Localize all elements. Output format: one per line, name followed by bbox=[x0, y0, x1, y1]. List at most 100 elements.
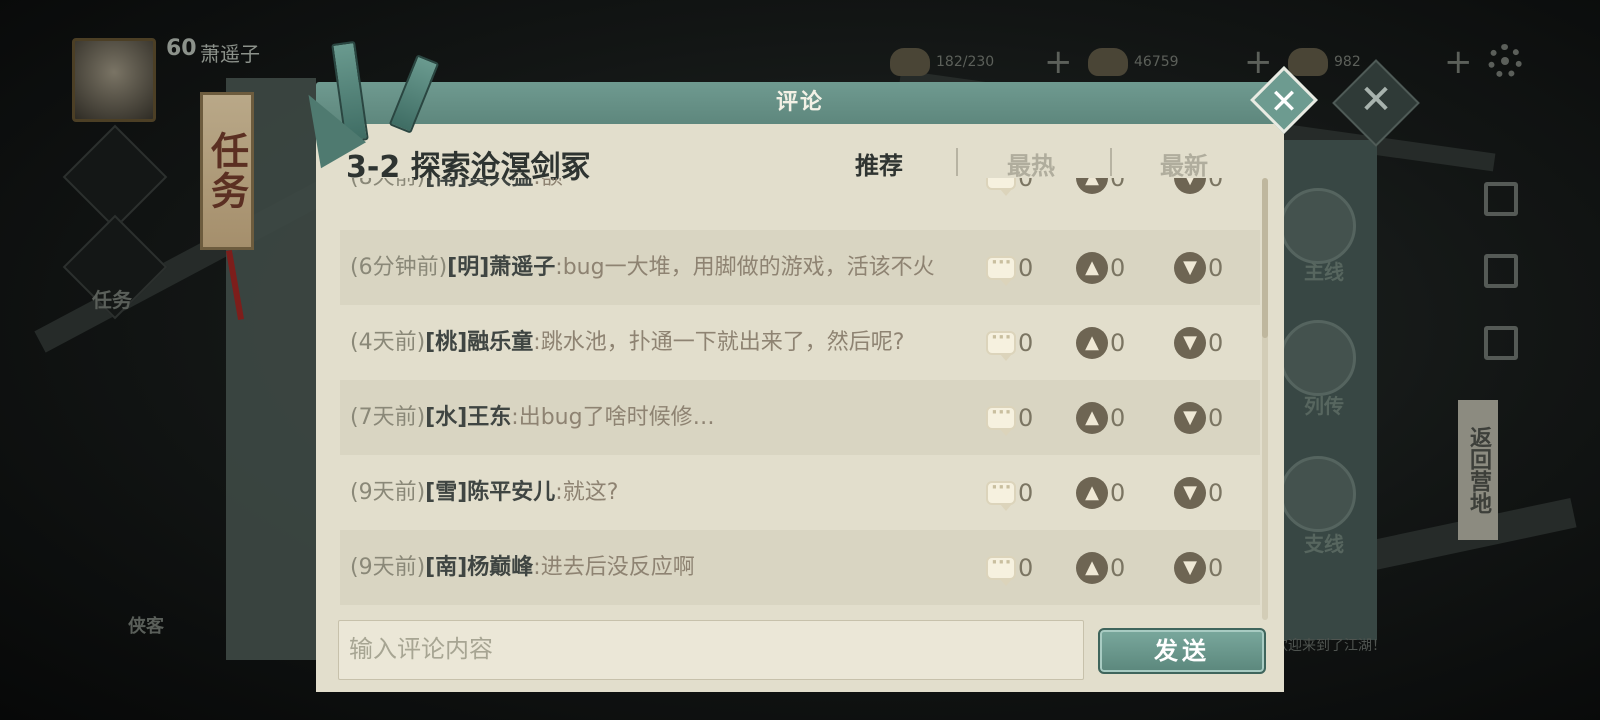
comment-text: :bug一大堆，用脚做的游戏，活该不火 bbox=[555, 255, 935, 280]
reply-count: 0 bbox=[1018, 553, 1034, 582]
thumbs-up-icon: ▲ bbox=[1076, 401, 1108, 434]
comment-icon bbox=[986, 252, 1016, 286]
like-count: 0 bbox=[1110, 553, 1126, 582]
dislike-button[interactable]: ▼0 bbox=[1174, 178, 1223, 215]
close-icon[interactable]: ✕ bbox=[1258, 76, 1310, 128]
chat-preview[interactable]: ，欢迎来到了江湖！ bbox=[1260, 628, 1540, 664]
comment-time: (9天前) bbox=[350, 480, 426, 505]
biography-button[interactable] bbox=[1280, 320, 1356, 396]
like-count: 0 bbox=[1110, 253, 1126, 282]
thumbs-up-icon: ▲ bbox=[1076, 178, 1108, 194]
checklist-icon[interactable] bbox=[1484, 326, 1518, 360]
comment-content: (4天前)[桃]融乐童:跳水池，扑通一下就出来了，然后呢? bbox=[350, 305, 904, 380]
side-quest-button[interactable] bbox=[1280, 456, 1356, 532]
quest-nav-label: 任务 bbox=[92, 288, 132, 312]
comment-row: (8天前)[南]寅大猛:额 0 ▲0 ▼0 bbox=[340, 178, 1260, 215]
comment-time: (6分钟前) bbox=[350, 255, 448, 280]
copper-coin-icon bbox=[1088, 48, 1128, 76]
reply-stat[interactable]: 0 bbox=[986, 230, 1033, 305]
comment-content: (7天前)[水]王东:出bug了啥时候修… bbox=[350, 380, 715, 455]
dislike-count: 0 bbox=[1208, 328, 1224, 357]
like-count: 0 bbox=[1110, 478, 1126, 507]
dislike-button[interactable]: ▼0 bbox=[1174, 455, 1223, 530]
comment-user[interactable]: [南]寅大猛 bbox=[425, 178, 533, 190]
comment-text: :进去后没反应啊 bbox=[533, 555, 695, 580]
comment-user[interactable]: [水]王东 bbox=[425, 405, 511, 430]
like-button[interactable]: ▲0 bbox=[1076, 230, 1125, 305]
thumbs-down-icon: ▼ bbox=[1174, 178, 1206, 194]
resource-gold-value: 982 bbox=[1334, 54, 1361, 70]
return-camp-button[interactable]: 返回营地 bbox=[1458, 400, 1498, 540]
reply-stat[interactable]: 0 bbox=[986, 530, 1033, 605]
comment-time: (8天前) bbox=[350, 178, 425, 190]
thumbs-up-icon: ▲ bbox=[1076, 251, 1108, 284]
tab-newest[interactable]: 最新 bbox=[1160, 146, 1208, 181]
player-level: 60 bbox=[166, 36, 197, 61]
dislike-count: 0 bbox=[1208, 403, 1224, 432]
comment-icon bbox=[986, 327, 1016, 361]
comment-row: (7天前)[水]王东:出bug了啥时候修… 0 ▲0 ▼0 bbox=[340, 380, 1260, 455]
dislike-button[interactable]: ▼0 bbox=[1174, 230, 1223, 305]
comment-row: (4天前)[桃]融乐童:跳水池，扑通一下就出来了，然后呢? 0 ▲0 ▼0 bbox=[340, 305, 1260, 380]
comment-user[interactable]: [桃]融乐童 bbox=[425, 330, 533, 355]
comment-text: :跳水池，扑通一下就出来了，然后呢? bbox=[533, 330, 905, 355]
comment-text: :额 bbox=[533, 178, 562, 190]
reply-stat[interactable]: 0 bbox=[986, 455, 1033, 530]
dislike-count: 0 bbox=[1208, 553, 1224, 582]
biography-label: 列传 bbox=[1304, 394, 1344, 418]
resource-copper: 46759 bbox=[1088, 44, 1179, 80]
dislike-count: 0 bbox=[1208, 253, 1224, 282]
reply-count: 0 bbox=[1018, 328, 1034, 357]
reply-stat[interactable]: 0 bbox=[986, 178, 1033, 215]
thumbs-down-icon: ▼ bbox=[1174, 476, 1206, 509]
comment-icon bbox=[986, 402, 1016, 436]
like-count: 0 bbox=[1110, 328, 1126, 357]
thumbs-down-icon: ▼ bbox=[1174, 251, 1206, 284]
like-button[interactable]: ▲0 bbox=[1076, 305, 1125, 380]
scrollbar-thumb[interactable] bbox=[1262, 178, 1268, 338]
main-quest-button[interactable] bbox=[1280, 188, 1356, 264]
scroll-icon[interactable] bbox=[1484, 254, 1518, 288]
comment-user[interactable]: [明]萧遥子 bbox=[447, 255, 555, 280]
comment-text: :出bug了啥时候修… bbox=[511, 405, 715, 430]
comment-user[interactable]: [南]杨巅峰 bbox=[425, 555, 533, 580]
like-button[interactable]: ▲0 bbox=[1076, 380, 1125, 455]
dislike-button[interactable]: ▼0 bbox=[1174, 380, 1223, 455]
book-icon[interactable] bbox=[1484, 182, 1518, 216]
reply-stat[interactable]: 0 bbox=[986, 305, 1033, 380]
quest-tag[interactable]: 任务 bbox=[200, 92, 254, 250]
comment-content: (9天前)[雪]陈平安儿:就这? bbox=[350, 455, 618, 530]
like-button[interactable]: ▲0 bbox=[1076, 178, 1125, 215]
reply-count: 0 bbox=[1018, 403, 1034, 432]
hero-nav-label: 侠客 bbox=[128, 616, 164, 637]
comment-input[interactable] bbox=[338, 620, 1084, 680]
comment-icon bbox=[986, 178, 1016, 196]
comment-row: (6分钟前)[明]萧遥子:bug一大堆，用脚做的游戏，活该不火 0 ▲0 ▼0 bbox=[340, 230, 1260, 305]
tab-recommended[interactable]: 推荐 bbox=[855, 146, 903, 181]
player-avatar[interactable] bbox=[72, 38, 156, 122]
tab-divider bbox=[1110, 148, 1112, 176]
comment-time: (7天前) bbox=[350, 405, 426, 430]
like-button[interactable]: ▲0 bbox=[1076, 455, 1125, 530]
dislike-button[interactable]: ▼0 bbox=[1174, 305, 1223, 380]
dialog-title: 评论 bbox=[775, 90, 824, 115]
comment-row: (9天前)[雪]陈平安儿:就这? 0 ▲0 ▼0 bbox=[340, 455, 1260, 530]
send-button[interactable]: 发送 bbox=[1098, 628, 1266, 674]
stamina-icon bbox=[890, 48, 930, 76]
comment-list[interactable]: (8天前)[南]寅大猛:额 0 ▲0 ▼0 (6分钟前)[明]萧遥子:bug一大… bbox=[340, 178, 1260, 610]
resource-gold: 982 bbox=[1288, 44, 1361, 80]
comment-user[interactable]: [雪]陈平安儿 bbox=[425, 480, 555, 505]
gear-icon[interactable] bbox=[1488, 44, 1522, 78]
comment-icon bbox=[986, 552, 1016, 586]
comment-time: (4天前) bbox=[350, 330, 426, 355]
tab-hottest[interactable]: 最热 bbox=[1007, 146, 1055, 181]
resource-stamina-value: 182/230 bbox=[936, 54, 995, 70]
comment-time: (9天前) bbox=[350, 555, 426, 580]
main-quest-label: 主线 bbox=[1304, 260, 1344, 284]
dislike-count: 0 bbox=[1208, 178, 1223, 192]
reply-stat[interactable]: 0 bbox=[986, 380, 1033, 455]
comment-content: (6分钟前)[明]萧遥子:bug一大堆，用脚做的游戏，活该不火 bbox=[350, 230, 935, 305]
dislike-button[interactable]: ▼0 bbox=[1174, 530, 1223, 605]
thumbs-up-icon: ▲ bbox=[1076, 326, 1108, 359]
like-button[interactable]: ▲0 bbox=[1076, 530, 1125, 605]
